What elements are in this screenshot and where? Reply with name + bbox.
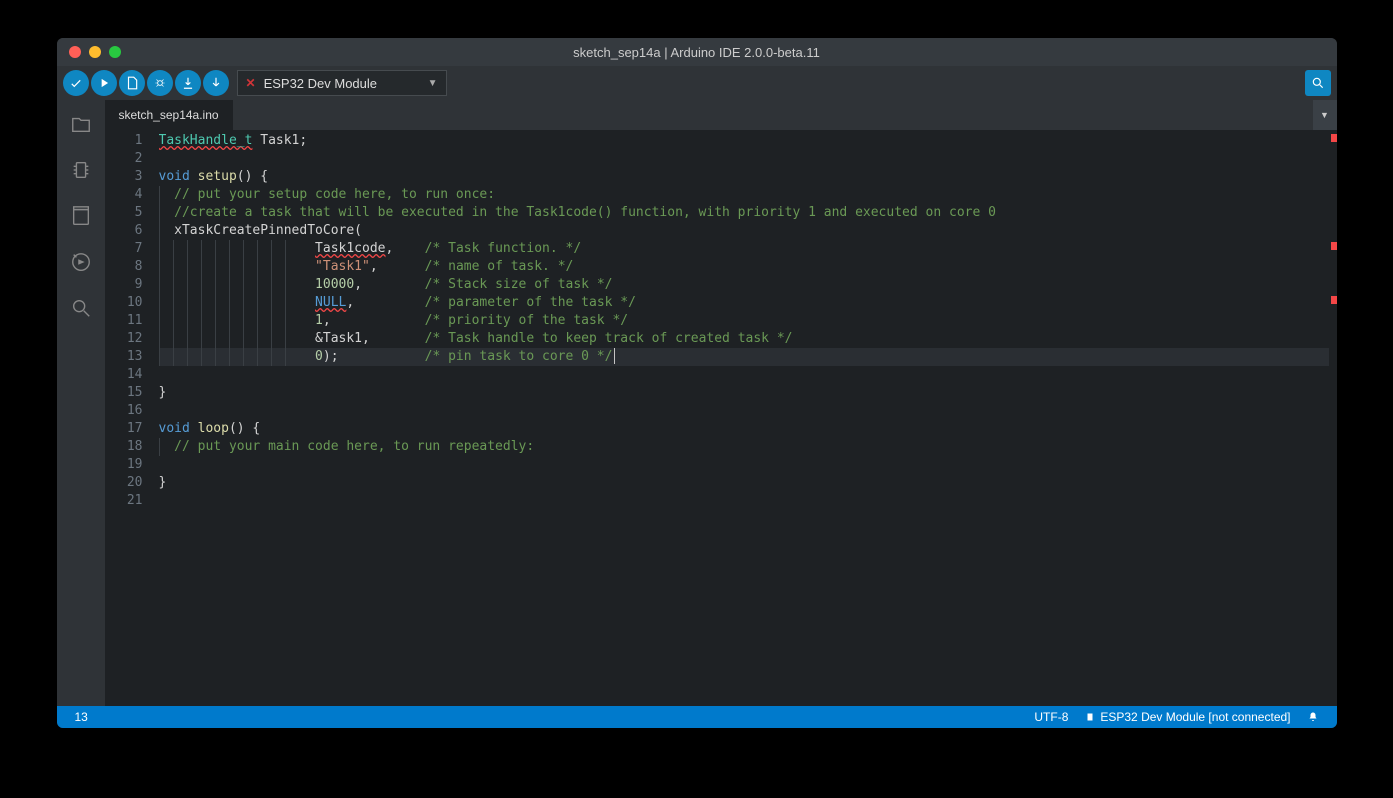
line-number: 16 [105,402,143,420]
save-button[interactable] [203,70,229,96]
close-window-button[interactable] [69,46,81,58]
editor-area: sketch_sep14a.ino ▼ 12345678910111213141… [105,100,1337,706]
line-number: 17 [105,420,143,438]
tab-active[interactable]: sketch_sep14a.ino [105,100,233,130]
line-number: 7 [105,240,143,258]
line-number: 8 [105,258,143,276]
error-marker[interactable] [1331,134,1337,142]
code-line[interactable]: 0); /* pin task to core 0 */ [159,348,1329,366]
code-line[interactable]: // put your setup code here, to run once… [159,186,1329,204]
minimize-window-button[interactable] [89,46,101,58]
tab-label: sketch_sep14a.ino [119,108,219,122]
code-line[interactable]: 10000, /* Stack size of task */ [159,276,1329,294]
serial-plotter-button[interactable] [1305,70,1331,96]
line-number: 13 [105,348,143,366]
line-number: 12 [105,330,143,348]
chip-icon [1084,711,1096,723]
line-number: 18 [105,438,143,456]
chevron-down-icon: ▼ [428,78,438,89]
line-number: 5 [105,204,143,222]
code-line[interactable]: } [159,474,1329,492]
arrow-down-bar-icon [181,76,195,90]
window-title: sketch_sep14a | Arduino IDE 2.0.0-beta.1… [573,45,820,60]
toolbar: ✕ ESP32 Dev Module ▼ [57,66,1337,100]
notifications-button[interactable] [1299,711,1327,723]
titlebar: sketch_sep14a | Arduino IDE 2.0.0-beta.1… [57,38,1337,66]
code-line[interactable]: // put your main code here, to run repea… [159,438,1329,456]
code-line[interactable]: TaskHandle_t Task1; [159,132,1329,150]
code-line[interactable]: xTaskCreatePinnedToCore( [159,222,1329,240]
line-number: 2 [105,150,143,168]
tab-overflow-button[interactable]: ▼ [1313,100,1337,130]
code-line[interactable]: 1, /* priority of the task */ [159,312,1329,330]
code-line[interactable] [159,150,1329,168]
line-number: 4 [105,186,143,204]
line-number: 21 [105,492,143,510]
open-button[interactable] [175,70,201,96]
line-gutter: 123456789101112131415161718192021 [105,130,159,706]
debug-panel-icon[interactable] [67,248,95,276]
verify-button[interactable] [63,70,89,96]
code-line[interactable] [159,492,1329,510]
code-line[interactable]: } [159,384,1329,402]
magnifier-icon [1311,76,1325,90]
library-manager-icon[interactable] [67,202,95,230]
status-board[interactable]: ESP32 Dev Module [not connected] [1076,710,1298,724]
bug-icon [153,76,167,90]
check-icon [69,76,83,90]
code-line[interactable]: void setup() { [159,168,1329,186]
error-marker[interactable] [1331,242,1337,250]
status-bar: 13 UTF-8 ESP32 Dev Module [not connected… [57,706,1337,728]
line-number: 20 [105,474,143,492]
bell-icon [1307,711,1319,723]
error-marker[interactable] [1331,296,1337,304]
code-line[interactable]: Task1code, /* Task function. */ [159,240,1329,258]
line-number: 10 [105,294,143,312]
maximize-window-button[interactable] [109,46,121,58]
code-editor[interactable]: 123456789101112131415161718192021 TaskHa… [105,130,1337,706]
line-number: 3 [105,168,143,186]
disconnected-icon: ✕ [246,76,256,90]
code-line[interactable] [159,456,1329,474]
activity-bar [57,100,105,706]
line-number: 11 [105,312,143,330]
arrow-down-icon [209,76,223,90]
new-sketch-button[interactable] [119,70,145,96]
overview-ruler [1329,130,1337,706]
code-line[interactable]: void loop() { [159,420,1329,438]
line-number: 15 [105,384,143,402]
line-number: 19 [105,456,143,474]
app-window: sketch_sep14a | Arduino IDE 2.0.0-beta.1… [57,38,1337,728]
tab-bar: sketch_sep14a.ino ▼ [105,100,1337,130]
line-number: 14 [105,366,143,384]
code-line[interactable]: "Task1", /* name of task. */ [159,258,1329,276]
boards-manager-icon[interactable] [67,156,95,184]
code-line[interactable]: &Task1, /* Task handle to keep track of … [159,330,1329,348]
search-panel-icon[interactable] [67,294,95,322]
status-encoding[interactable]: UTF-8 [1026,710,1076,724]
code-content[interactable]: TaskHandle_t Task1; void setup() { // put… [159,130,1329,706]
code-line[interactable]: NULL, /* parameter of the task */ [159,294,1329,312]
board-selector[interactable]: ✕ ESP32 Dev Module ▼ [237,70,447,96]
code-line[interactable] [159,402,1329,420]
code-line[interactable]: //create a task that will be executed in… [159,204,1329,222]
line-number: 9 [105,276,143,294]
line-number: 1 [105,132,143,150]
status-line-number[interactable]: 13 [67,710,96,724]
line-number: 6 [105,222,143,240]
arrow-right-icon [97,76,111,90]
debug-button[interactable] [147,70,173,96]
body-area: sketch_sep14a.ino ▼ 12345678910111213141… [57,100,1337,706]
upload-button[interactable] [91,70,117,96]
sketchbook-icon[interactable] [67,110,95,138]
traffic-lights [69,46,121,58]
status-board-label: ESP32 Dev Module [not connected] [1100,710,1290,724]
board-name: ESP32 Dev Module [264,76,377,91]
file-icon [125,76,139,90]
code-line[interactable] [159,366,1329,384]
